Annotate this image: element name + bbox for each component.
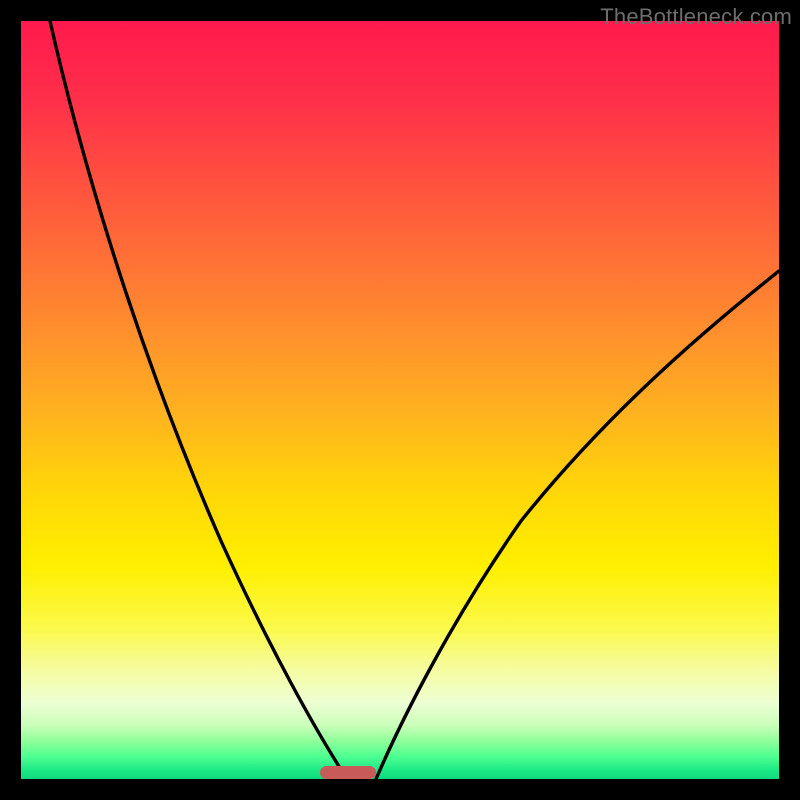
bottleneck-marker <box>320 766 376 779</box>
chart-plot-area <box>21 21 779 779</box>
right-curve <box>376 271 779 779</box>
chart-curves-svg <box>21 21 779 779</box>
left-curve <box>50 21 347 779</box>
watermark-text: TheBottleneck.com <box>600 4 792 30</box>
chart-frame: TheBottleneck.com <box>0 0 800 800</box>
